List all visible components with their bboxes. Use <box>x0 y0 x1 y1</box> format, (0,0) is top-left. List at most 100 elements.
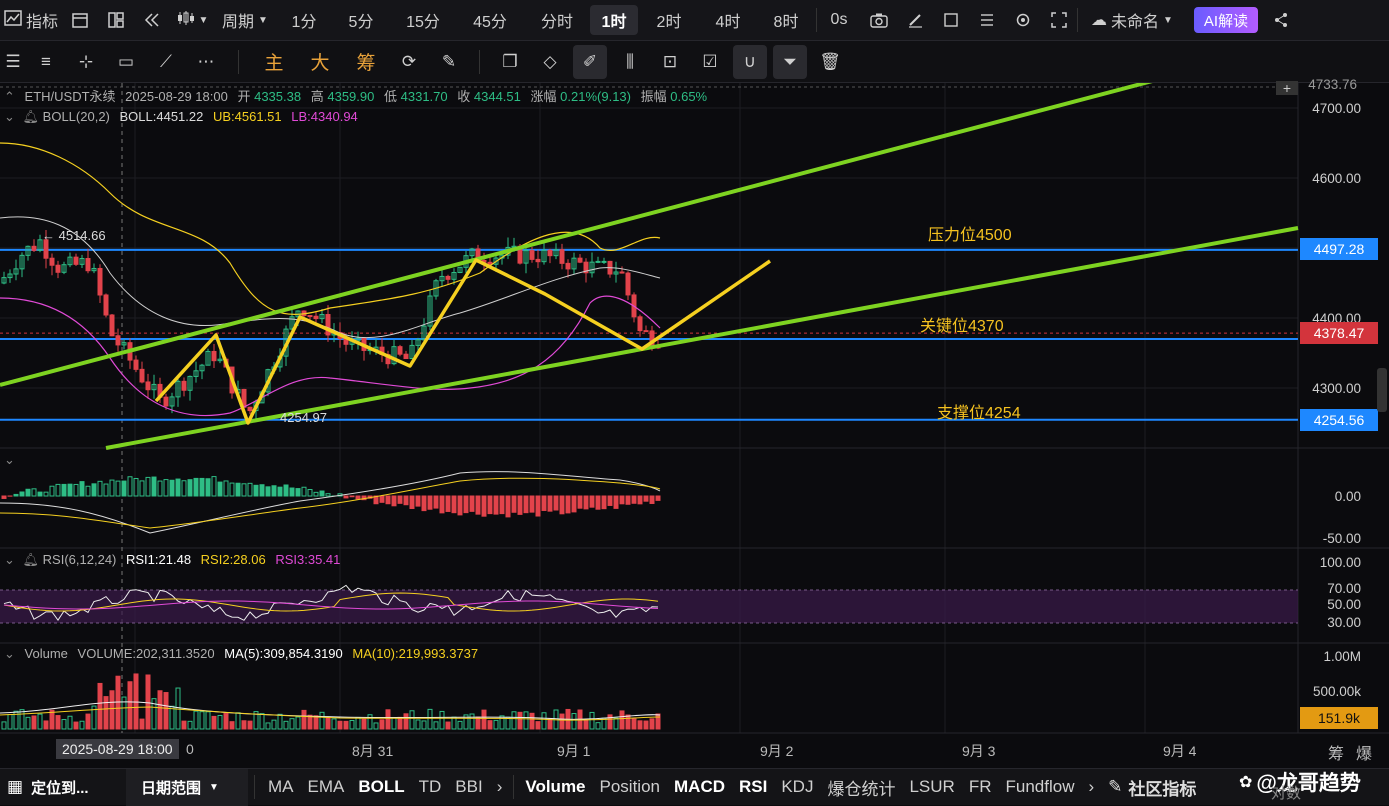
period-dropdown[interactable]: 周期 ▼ <box>214 0 276 41</box>
volume-bar <box>146 675 150 729</box>
volume-bar <box>446 722 450 729</box>
magnet-icon[interactable]: ∪ <box>733 45 767 79</box>
trash-icon[interactable]: 🗑 <box>810 45 850 79</box>
candle-body <box>56 265 60 272</box>
scroll-handle[interactable] <box>1377 368 1387 412</box>
volume-bar <box>314 716 318 729</box>
rectangle-icon[interactable]: ▭ <box>106 45 146 79</box>
main-force-button[interactable]: 主 <box>251 48 297 75</box>
chip-button[interactable]: 筹 <box>343 48 389 75</box>
volume-bar <box>392 718 396 729</box>
indicator-boll[interactable]: BOLL <box>351 769 411 806</box>
macd-bar <box>506 496 510 517</box>
horizontal-lines-icon[interactable]: ≡ <box>26 45 66 79</box>
menu-icon[interactable]: ☰ <box>0 45 26 79</box>
sub-indicator-liquidation[interactable]: 爆仓统计 <box>820 769 902 806</box>
tf-45m[interactable]: 45分 <box>456 0 524 41</box>
macd-bar <box>278 487 282 496</box>
collapse-icon[interactable]: ⌄ <box>4 452 15 467</box>
collapse-icon[interactable]: ⌄ <box>4 552 15 567</box>
volume-bar <box>530 713 534 729</box>
macd-bar <box>530 496 534 512</box>
sub-indicator-fundflow[interactable]: Fundflow <box>999 769 1082 806</box>
volume-bar <box>422 721 426 729</box>
countdown[interactable]: 0s <box>817 0 861 41</box>
macd-bar <box>608 496 612 505</box>
low-label: 低 <box>384 89 397 104</box>
camera-icon[interactable] <box>861 0 897 41</box>
volume-bar <box>470 714 474 729</box>
chart-canvas[interactable] <box>0 83 1389 768</box>
tf-1h-label: 1时 <box>602 8 627 32</box>
macd-bar <box>536 496 540 516</box>
chart-area[interactable]: ⌃ ETH/USDT永续 2025-08-29 18:00 开 4335.38 … <box>0 83 1389 768</box>
ruler-icon[interactable]: ✎ <box>429 45 469 79</box>
log-scale-toggle[interactable]: 对数 <box>1264 779 1308 806</box>
crosshair-icon[interactable]: ⊹ <box>66 45 106 79</box>
macd-bar <box>638 496 642 504</box>
calendar-icon[interactable] <box>62 0 98 41</box>
tf-timeline[interactable]: 分时 <box>524 0 590 41</box>
volume-bar <box>416 720 420 729</box>
collapse-icon[interactable]: ⌄ <box>4 109 15 124</box>
indicator-bbi[interactable]: BBI <box>448 769 489 806</box>
pencil-icon[interactable] <box>897 0 933 41</box>
add-scale-button[interactable]: + <box>1276 81 1298 95</box>
tf-1h[interactable]: 1时 <box>590 5 638 35</box>
indicator-ma[interactable]: MA <box>261 769 301 806</box>
tf-8h[interactable]: 8时 <box>756 0 816 41</box>
large-order-button[interactable]: 大 <box>297 48 343 75</box>
ai-interpret-button[interactable]: AI解读 <box>1194 7 1258 33</box>
macd-bar <box>464 496 468 513</box>
sub-indicator-position[interactable]: Position <box>593 769 667 806</box>
bell-icon[interactable]: 🔔︎ <box>23 109 40 124</box>
tf-4h[interactable]: 4时 <box>700 0 756 41</box>
chart-type-dropdown[interactable]: ▼ <box>170 0 214 41</box>
volume-axis-label: 500.00k <box>1313 684 1361 699</box>
note-icon[interactable]: ☑ <box>690 45 730 79</box>
date-range-dropdown[interactable]: 日期范围 ▼ <box>126 769 248 806</box>
sub-indicator-kdj[interactable]: KDJ <box>774 769 820 806</box>
collapse-icon[interactable]: ⌄ <box>4 646 15 661</box>
indicator-tool-icon[interactable]: ⟋ <box>146 45 186 79</box>
bell-icon[interactable]: 🔔︎ <box>23 552 40 567</box>
sub-indicator-fr[interactable]: FR <box>962 769 999 806</box>
sub-indicator-volume[interactable]: Volume <box>518 769 592 806</box>
indicators-button[interactable]: 指标 <box>0 0 62 41</box>
sync-icon[interactable]: ⟳ <box>389 45 429 79</box>
workspace-dropdown[interactable]: ☁ 未命名 ▼ <box>1078 0 1186 41</box>
sub-indicator-lsur[interactable]: LSUR <box>902 769 961 806</box>
indicator-ema[interactable]: EMA <box>301 769 352 806</box>
volume-bar <box>542 713 546 729</box>
copy-icon[interactable]: ❐ <box>490 45 530 79</box>
sub-indicator-macd[interactable]: MACD <box>667 769 732 806</box>
share-icon[interactable] <box>1266 0 1296 41</box>
chevron-right-icon[interactable]: › <box>490 769 510 806</box>
tf-2h[interactable]: 2时 <box>638 0 700 41</box>
tag-icon[interactable]: ◇ <box>530 45 570 79</box>
rewind-icon[interactable] <box>134 0 170 41</box>
macd-bar <box>560 496 564 514</box>
fullscreen-icon[interactable] <box>1041 0 1077 41</box>
chip-toggle[interactable]: 筹 <box>1328 740 1344 764</box>
tf-5m[interactable]: 5分 <box>332 0 390 41</box>
sub-indicator-rsi[interactable]: RSI <box>732 769 774 806</box>
settings-icon[interactable] <box>1005 0 1041 41</box>
lock-icon[interactable]: ⊡ <box>650 45 690 79</box>
filter-icon[interactable]: ⏷ <box>773 45 807 79</box>
community-indicators[interactable]: ✎ 社区指标 <box>1101 769 1203 806</box>
tf-1m[interactable]: 1分 <box>276 0 332 41</box>
indicator-td[interactable]: TD <box>412 769 449 806</box>
locate-button[interactable]: ▦ 定位到... <box>0 769 116 806</box>
tf-15m[interactable]: 15分 <box>390 0 456 41</box>
open-label: 开 <box>237 89 250 104</box>
liquidation-toggle[interactable]: 爆 <box>1356 740 1372 764</box>
more-icon[interactable]: ⋯ <box>186 45 226 79</box>
collapse-icon[interactable]: ⌃ <box>4 89 15 104</box>
expand-icon[interactable] <box>933 0 969 41</box>
layout-icon[interactable] <box>98 0 134 41</box>
brush-icon[interactable]: ✐ <box>573 45 607 79</box>
list-icon[interactable] <box>969 0 1005 41</box>
candle-tool-icon[interactable]: ⫼ <box>610 45 650 79</box>
chevron-right-icon[interactable]: › <box>1081 769 1101 806</box>
